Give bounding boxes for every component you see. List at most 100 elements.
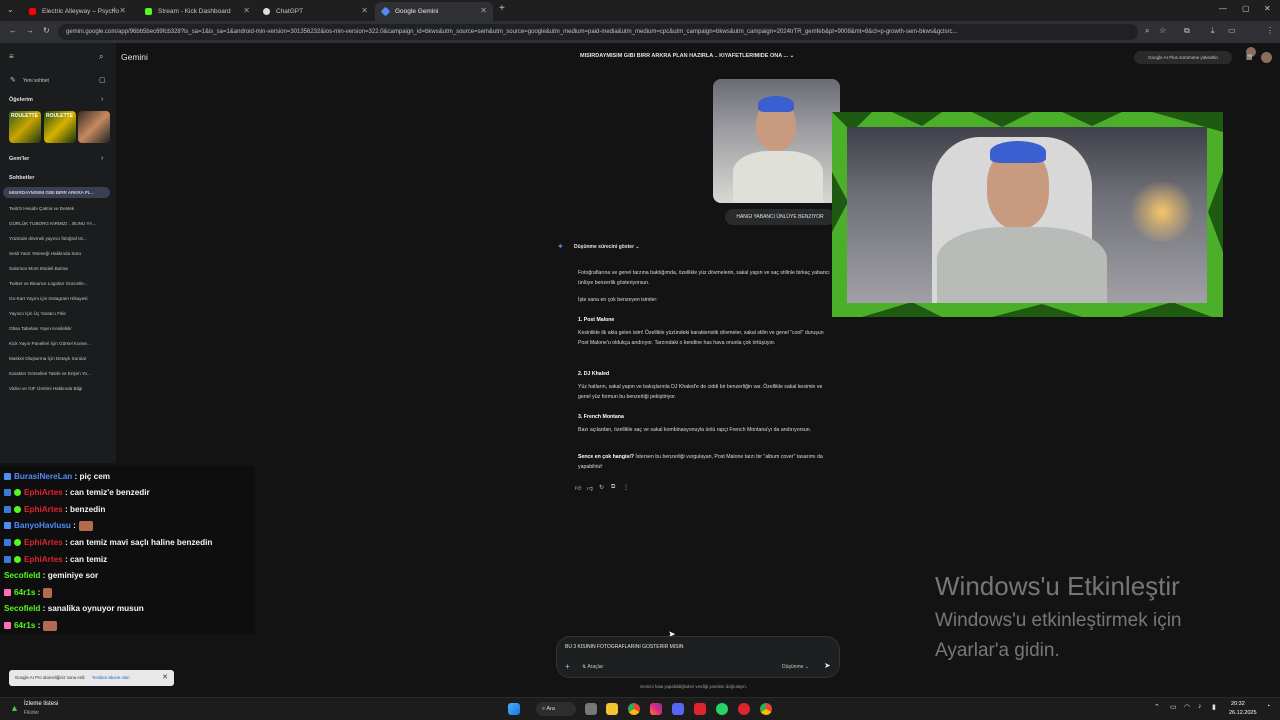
chrome-active-icon[interactable] — [760, 703, 772, 715]
chevron-right-icon[interactable]: › — [101, 155, 103, 162]
sidebar-chat-item[interactable]: Obsa Tabelası Yayın Kesilebilir — [9, 326, 109, 331]
prompt-input-box[interactable]: BU 3 KISININ FOTOGRAFLARINI GOSTERIR MIS… — [556, 636, 840, 678]
extensions-icon[interactable]: ⧉ — [1184, 26, 1190, 36]
uploaded-photo[interactable] — [713, 79, 840, 203]
add-icon[interactable]: + — [565, 662, 570, 671]
tab-gemini[interactable]: Google Gemini ✕ — [375, 2, 493, 21]
sidebar-chat-item[interactable]: Yayıncı İçin Üç Yaratıcı Fikir — [9, 311, 109, 316]
thumbs-down-icon[interactable]: 👎︎ — [587, 484, 593, 492]
chat-line: 64r1s : — [4, 585, 53, 600]
menu-icon[interactable]: ⋮ — [1266, 26, 1274, 35]
response-lead: İşte sana en çok benzeyen isimler: — [578, 297, 658, 303]
regenerate-icon[interactable]: ↻ — [599, 484, 604, 491]
tab-search-icon[interactable]: ⌄ — [7, 5, 14, 14]
close-icon[interactable]: ✕ — [119, 6, 126, 15]
close-icon[interactable]: ✕ — [162, 670, 168, 686]
gemini-brand[interactable]: Gemini — [121, 52, 148, 62]
tray-chevron-icon[interactable]: ⌃ — [1154, 703, 1160, 711]
search-icon[interactable]: ⌕ — [99, 52, 103, 62]
discord-icon[interactable] — [672, 703, 684, 715]
recorder-icon[interactable] — [694, 703, 706, 715]
disclaimer: Gemini hata yapabildiğinden verdiği yanı… — [640, 684, 748, 689]
sidebar-chat-item[interactable]: Go-Kart Yayını için Instagram Hikayesi — [9, 296, 109, 301]
notification-bell-icon[interactable]: ◔ — [1266, 703, 1270, 710]
thumbs-up-icon[interactable]: 👍︎ — [575, 484, 581, 492]
chrome-icon[interactable] — [628, 703, 640, 715]
maximize-icon[interactable]: ▢ — [1242, 4, 1250, 13]
sidebar-chat-item[interactable]: Twitch Hesabı Çalma ve Destek — [9, 206, 109, 211]
gem-thumbnail[interactable]: ROULETTE — [44, 111, 76, 143]
thinking-toggle[interactable]: Düşünme sürecini göster ⌄ — [574, 244, 640, 250]
sidebar-chat-item[interactable]: Sesli Yanıt Yeteneği Hakkında Soru — [9, 251, 109, 256]
mode-selector[interactable]: Düşünme ⌄ — [782, 664, 809, 670]
shirt-shape — [733, 151, 823, 203]
response-item-title: 2. DJ Khaled — [578, 369, 833, 379]
temporary-chat-icon[interactable]: ▢ — [99, 76, 106, 84]
sidebar-chat-item[interactable]: Maskot Oluşturma İçin Detaylı Sorular — [9, 356, 109, 361]
prompt-input[interactable]: BU 3 KISININ FOTOGRAFLARINI GOSTERIR MIS… — [565, 644, 684, 650]
sidebar-chat-item[interactable]: GÜRLÜK TUBORG KIRMIZI .. BUNU YA... — [9, 221, 109, 226]
sidebar-chat-item[interactable]: Karakter Görselleri Talebi ve Erişim Yo.… — [9, 371, 109, 376]
clock-date[interactable]: 26.12.2025 — [1229, 710, 1257, 716]
file-explorer-icon[interactable] — [606, 703, 618, 715]
whatsapp-icon[interactable] — [716, 703, 728, 715]
sidebar-chat-item[interactable]: Kick Yayın Panelleri İçin Görsel Konse..… — [9, 341, 109, 346]
gems-heading[interactable]: Öğelerim — [9, 97, 33, 103]
sidebar-chat-item[interactable]: Video ve GIF Üretimi Hakkında Bilgi — [9, 386, 109, 391]
hamburger-menu-icon[interactable]: ≡ — [9, 52, 14, 61]
send-icon[interactable]: ➤ — [824, 661, 831, 670]
chevron-right-icon[interactable]: › — [101, 96, 103, 103]
back-icon[interactable]: ← — [9, 26, 17, 35]
start-icon[interactable] — [508, 703, 520, 715]
instagram-icon[interactable] — [650, 703, 662, 715]
sidebar-chat-item[interactable]: Twitter ve Binance Logoları Güncelle... — [9, 281, 109, 286]
more-options-icon[interactable]: ⋮ — [623, 484, 629, 491]
forward-icon[interactable]: → — [26, 26, 34, 35]
zoom-icon[interactable]: ⌕ — [1145, 26, 1149, 36]
task-view-icon[interactable] — [585, 703, 597, 715]
split-view-icon[interactable]: ▭ — [1228, 26, 1236, 35]
opera-icon[interactable] — [738, 703, 750, 715]
chat-username: EphiArtes — [24, 488, 63, 497]
close-icon[interactable]: ✕ — [361, 6, 368, 15]
wifi-icon[interactable]: ◠ — [1184, 703, 1190, 711]
new-tab-button[interactable]: + — [499, 3, 505, 14]
address-bar[interactable]: gemini.google.com/app/96bb5bec69fcb328?i… — [58, 24, 1138, 40]
conversation-title[interactable]: MISIRDAYMISIM GIBI BIRR ARKRA PLAN HAZIR… — [580, 53, 794, 59]
new-chat-icon[interactable]: ✎ — [10, 76, 16, 84]
copy-icon[interactable]: ⧉ — [611, 484, 615, 491]
sidebar-chat-item[interactable]: MISIRDAYMISIM GIBI BIRR ARKRA PL... — [3, 187, 110, 198]
apps-icon[interactable]: ▦ — [1246, 53, 1253, 61]
gem-list-heading[interactable]: Gem'ler — [9, 156, 29, 162]
user-avatar[interactable] — [1261, 52, 1272, 63]
sidebar-chat-item[interactable]: Yüzünde dövmeli yayıncı fotoğraf ist... — [9, 236, 109, 241]
chat-username: BurasiNereLan — [14, 472, 73, 481]
speaker-icon[interactable]: ♪ — [113, 6, 117, 13]
chat-message-text: can temiz mavi saçlı haline benzedin — [69, 538, 213, 547]
network-icon[interactable]: ▭ — [1170, 703, 1177, 711]
reload-icon[interactable]: ↻ — [43, 26, 50, 35]
tab-chatgpt[interactable]: ChatGPT ✕ — [256, 2, 374, 21]
clock-time[interactable]: 20:32 — [1231, 701, 1245, 707]
close-icon[interactable]: ✕ — [480, 6, 487, 15]
conversation-title-text: MISIRDAYMISIM GIBI BIRR ARKRA PLAN HAZIR… — [580, 53, 789, 59]
new-chat-button[interactable]: Yeni sohbet — [23, 78, 49, 84]
gem-thumbnail[interactable]: ROULETTE — [9, 111, 41, 143]
close-icon[interactable]: ✕ — [243, 6, 250, 15]
download-icon[interactable]: ⤓ — [1211, 26, 1215, 36]
chat-username: 64r1s — [14, 588, 36, 597]
bookmark-star-icon[interactable]: ☆ — [1159, 26, 1166, 35]
gem-thumbnail[interactable] — [78, 111, 110, 143]
minimize-icon[interactable]: — — [1219, 4, 1227, 13]
battery-icon[interactable]: ▮ — [1212, 703, 1216, 711]
volume-icon[interactable]: ♪ — [1198, 703, 1202, 710]
chat-message: : can temiz — [62, 555, 108, 564]
tab-youtube[interactable]: Electric Alleyway – Psycho ♪ ✕ — [22, 2, 132, 21]
upgrade-button[interactable]: Google AI Plus sürümüne yükseltin — [1134, 51, 1232, 64]
resubscribe-link[interactable]: Yeniden abone olun — [92, 675, 130, 680]
sidebar-chat-item[interactable]: Salomon Mont Modeli Bulma — [9, 266, 109, 271]
tab-kick[interactable]: Stream - Kick Dashboard ✕ — [138, 2, 256, 21]
search-box[interactable]: ⌕ Ara — [536, 702, 576, 716]
close-window-icon[interactable]: ✕ — [1264, 4, 1271, 13]
tools-button[interactable]: ⇅ Araçlar — [582, 664, 603, 670]
